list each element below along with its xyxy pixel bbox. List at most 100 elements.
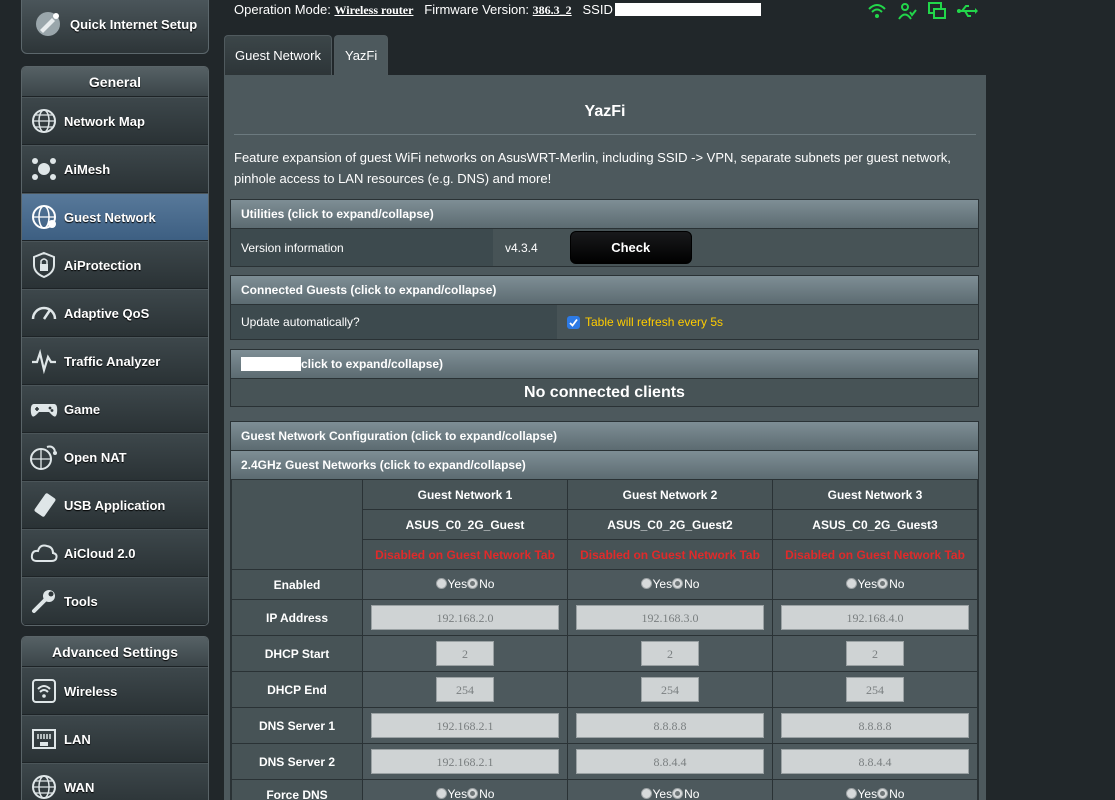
no-radio[interactable] — [877, 578, 889, 590]
yes-radio[interactable] — [435, 788, 447, 800]
advanced-menu-group: Advanced Settings Wireless LAN WAN — [21, 636, 209, 800]
dhcp-end-input[interactable]: 254 — [436, 677, 494, 702]
menu-item-label: AiCloud 2.0 — [64, 545, 136, 561]
menu-item-lan[interactable]: LAN — [22, 715, 208, 763]
dns-server-2-input[interactable]: 8.8.4.4 — [781, 749, 969, 774]
refresh-note: Table will refresh every 5s — [585, 315, 724, 329]
version-value: v4.3.4 — [505, 240, 538, 255]
network-ssid: ASUS_C0_2G_Guest — [362, 509, 568, 540]
menu-item-label: LAN — [64, 731, 91, 747]
config-header[interactable]: Guest Network Configuration (click to ex… — [231, 422, 978, 450]
yes-label: Yes — [857, 786, 878, 800]
general-header: General — [22, 67, 208, 97]
menu-item-open-nat[interactable]: Open NAT — [22, 433, 208, 481]
no-radio[interactable] — [672, 788, 684, 800]
menu-item-aiprotection[interactable]: AiProtection — [22, 241, 208, 289]
dhcp-end-input[interactable]: 254 — [846, 677, 904, 702]
no-label: No — [684, 576, 700, 591]
yes-radio[interactable] — [640, 788, 652, 800]
yes-radio[interactable] — [845, 788, 857, 800]
menu-item-label: USB Application — [64, 497, 166, 513]
menu-item-adaptive-qos[interactable]: Adaptive QoS — [22, 289, 208, 337]
menu-item-label: Tools — [64, 593, 98, 609]
menu-item-label: Network Map — [64, 113, 145, 129]
ip-address-input[interactable]: 192.168.2.0 — [371, 605, 559, 630]
client-list-header[interactable]: click to expand/collapse) — [231, 350, 978, 378]
firmware-label: Firmware Version: — [424, 2, 530, 17]
menu-item-aimesh[interactable]: AiMesh — [22, 145, 208, 193]
menu-item-aicloud-2-0[interactable]: AiCloud 2.0 — [22, 529, 208, 577]
page-title: YazFi — [584, 103, 626, 120]
dns-server-2-input[interactable]: 8.8.4.4 — [576, 749, 764, 774]
dhcp-start-input[interactable]: 2 — [641, 641, 699, 666]
devices-icon[interactable] — [926, 0, 948, 22]
network-status: Disabled on Guest Network Tab — [772, 539, 978, 570]
client-list-header-text: click to expand/collapse) — [301, 357, 444, 371]
yes-radio[interactable] — [640, 578, 652, 590]
enabled-radio-group: Yes No — [435, 577, 494, 591]
menu-item-guest-network[interactable]: Guest Network — [22, 193, 208, 241]
lan-port-icon — [28, 723, 60, 755]
dhcp-start-input[interactable]: 2 — [436, 641, 494, 666]
no-radio[interactable] — [467, 788, 479, 800]
auto-update-row: Update automatically? Table will refresh… — [231, 304, 978, 339]
ip-address-input[interactable]: 192.168.4.0 — [781, 605, 969, 630]
op-mode-label: Operation Mode: — [234, 2, 331, 17]
force-dns-radio-group: Yes No — [845, 786, 904, 800]
dhcp-start-input[interactable]: 2 — [846, 641, 904, 666]
auto-update-checkbox[interactable] — [567, 315, 580, 329]
yes-label: Yes — [652, 576, 673, 591]
dhcp-end-input[interactable]: 254 — [641, 677, 699, 702]
tab-guest-network[interactable]: Guest Network — [224, 35, 332, 75]
version-label: Version information — [231, 229, 493, 266]
firmware-link[interactable]: 386.3_2 — [533, 3, 572, 17]
dhcp-start-label: DHCP Start — [231, 635, 363, 672]
enabled-label: Enabled — [231, 569, 363, 600]
wifi-icon[interactable] — [866, 0, 888, 22]
menu-item-network-map[interactable]: Network Map — [22, 97, 208, 145]
advanced-settings-header: Advanced Settings — [22, 637, 208, 667]
status-bar: Operation Mode: Wireless router Firmware… — [234, 2, 761, 18]
no-radio[interactable] — [467, 578, 479, 590]
menu-item-traffic-analyzer[interactable]: Traffic Analyzer — [22, 337, 208, 385]
tab-yazfi[interactable]: YazFi — [333, 35, 389, 75]
no-radio[interactable] — [877, 788, 889, 800]
dns-server-1-label: DNS Server 1 — [231, 707, 363, 744]
no-radio[interactable] — [672, 578, 684, 590]
dhcp-start-row: DHCP Start 2 2 2 — [231, 635, 978, 672]
quick-internet-setup-button[interactable]: Quick Internet Setup — [21, 0, 209, 54]
connected-guests-header[interactable]: Connected Guests (click to expand/collap… — [231, 276, 978, 304]
op-mode-link[interactable]: Wireless router — [334, 3, 413, 17]
dns-server-1-input[interactable]: 8.8.8.8 — [781, 713, 969, 738]
menu-item-tools[interactable]: Tools — [22, 577, 208, 625]
gamepad-icon — [28, 393, 60, 425]
dns-server-1-row: DNS Server 1 192.168.2.1 8.8.8.8 8.8.8.8 — [231, 707, 978, 744]
network-status: Disabled on Guest Network Tab — [362, 539, 568, 570]
menu-item-label: Adaptive QoS — [64, 305, 150, 321]
network-name: Guest Network 3 — [772, 479, 978, 510]
ssid-redaction — [614, 3, 761, 16]
yes-radio[interactable] — [435, 578, 447, 590]
usb-icon — [28, 489, 60, 521]
status-icons — [866, 0, 978, 22]
check-button[interactable]: Check — [569, 231, 692, 264]
yazfi-panel: YazFi Feature expansion of guest WiFi ne… — [224, 75, 986, 800]
ip-address-input[interactable]: 192.168.3.0 — [576, 605, 764, 630]
menu-item-wireless[interactable]: Wireless — [22, 667, 208, 715]
utilities-header[interactable]: Utilities (click to expand/collapse) — [231, 200, 978, 228]
menu-item-game[interactable]: Game — [22, 385, 208, 433]
dns-server-1-input[interactable]: 192.168.2.1 — [371, 713, 559, 738]
network-ssid: ASUS_C0_2G_Guest3 — [772, 509, 978, 540]
yes-radio[interactable] — [845, 578, 857, 590]
no-clients-message: No connected clients — [231, 378, 978, 406]
ssid-label: SSID — [582, 2, 613, 17]
dns-server-2-row: DNS Server 2 192.168.2.1 8.8.4.4 8.8.4.4 — [231, 743, 978, 780]
dns-server-2-input[interactable]: 192.168.2.1 — [371, 749, 559, 774]
dns-server-1-input[interactable]: 8.8.8.8 — [576, 713, 764, 738]
menu-item-usb-application[interactable]: USB Application — [22, 481, 208, 529]
guest-globe-icon — [28, 201, 60, 233]
menu-item-wan[interactable]: WAN — [22, 763, 208, 800]
band-24ghz-header[interactable]: 2.4GHz Guest Networks (click to expand/c… — [231, 451, 978, 479]
usb-status-icon[interactable] — [956, 0, 978, 22]
users-icon[interactable] — [896, 0, 918, 22]
